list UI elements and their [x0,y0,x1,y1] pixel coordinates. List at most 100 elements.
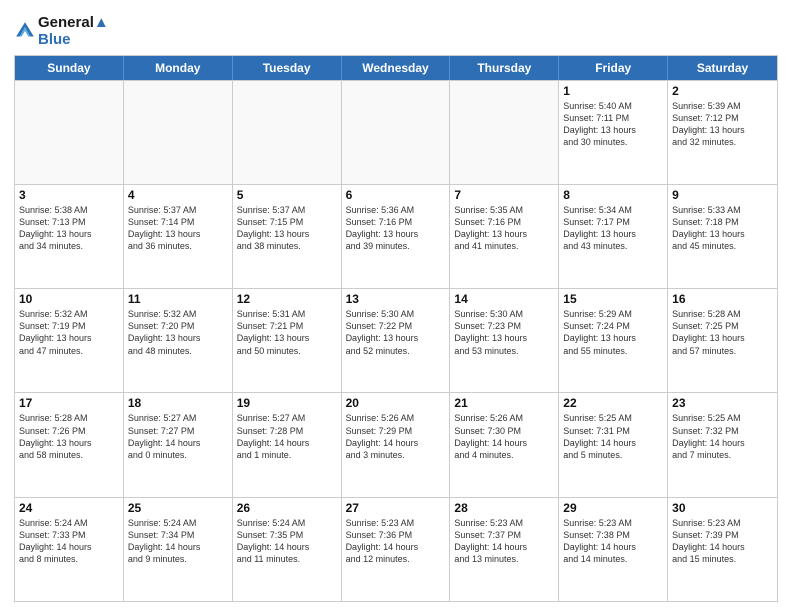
cell-info: Sunrise: 5:37 AM Sunset: 7:15 PM Dayligh… [237,204,337,253]
cell-info: Sunrise: 5:34 AM Sunset: 7:17 PM Dayligh… [563,204,663,253]
day-number: 26 [237,501,337,515]
calendar-row-3: 17 Sunrise: 5:28 AM Sunset: 7:26 PM Dayli… [15,392,777,496]
cell-info: Sunrise: 5:28 AM Sunset: 7:26 PM Dayligh… [19,412,119,461]
cell-info: Sunrise: 5:25 AM Sunset: 7:31 PM Dayligh… [563,412,663,461]
header-cell-monday: Monday [124,56,233,80]
day-number: 4 [128,188,228,202]
calendar-cell: 14 Sunrise: 5:30 AM Sunset: 7:23 PM Dayli… [450,289,559,392]
calendar-cell: 24Sunrise: 5:24 AM Sunset: 7:33 PM Dayli… [15,498,124,601]
header-cell-sunday: Sunday [15,56,124,80]
cell-info: Sunrise: 5:30 AM Sunset: 7:22 PM Dayligh… [346,308,446,357]
cell-info: Sunrise: 5:36 AM Sunset: 7:16 PM Dayligh… [346,204,446,253]
cell-info: Sunrise: 5:31 AM Sunset: 7:21 PM Dayligh… [237,308,337,357]
calendar-header: SundayMondayTuesdayWednesdayThursdayFrid… [15,56,777,80]
calendar-cell: 19Sunrise: 5:27 AM Sunset: 7:28 PM Dayli… [233,393,342,496]
calendar-cell: 12 Sunrise: 5:31 AM Sunset: 7:21 PM Dayli… [233,289,342,392]
day-number: 2 [672,84,773,98]
cell-info: Sunrise: 5:33 AM Sunset: 7:18 PM Dayligh… [672,204,773,253]
day-number: 6 [346,188,446,202]
calendar: SundayMondayTuesdayWednesdayThursdayFrid… [14,55,778,603]
calendar-cell: 3 Sunrise: 5:38 AM Sunset: 7:13 PM Daylig… [15,185,124,288]
calendar-cell: 4 Sunrise: 5:37 AM Sunset: 7:14 PM Daylig… [124,185,233,288]
day-number: 20 [346,396,446,410]
calendar-cell: 1Sunrise: 5:40 AM Sunset: 7:11 PM Daylig… [559,81,668,184]
day-number: 14 [454,292,554,306]
cell-info: Sunrise: 5:30 AM Sunset: 7:23 PM Dayligh… [454,308,554,357]
cell-info: Sunrise: 5:35 AM Sunset: 7:16 PM Dayligh… [454,204,554,253]
cell-info: Sunrise: 5:26 AM Sunset: 7:30 PM Dayligh… [454,412,554,461]
day-number: 22 [563,396,663,410]
calendar-row-0: 1Sunrise: 5:40 AM Sunset: 7:11 PM Daylig… [15,80,777,184]
day-number: 21 [454,396,554,410]
cell-info: Sunrise: 5:23 AM Sunset: 7:38 PM Dayligh… [563,517,663,566]
calendar-cell: 15 Sunrise: 5:29 AM Sunset: 7:24 PM Dayli… [559,289,668,392]
header-cell-wednesday: Wednesday [342,56,451,80]
cell-info: Sunrise: 5:24 AM Sunset: 7:35 PM Dayligh… [237,517,337,566]
cell-info: Sunrise: 5:29 AM Sunset: 7:24 PM Dayligh… [563,308,663,357]
day-number: 18 [128,396,228,410]
day-number: 13 [346,292,446,306]
cell-info: Sunrise: 5:39 AM Sunset: 7:12 PM Dayligh… [672,100,773,149]
calendar-cell: 18 Sunrise: 5:27 AM Sunset: 7:27 PM Dayli… [124,393,233,496]
day-number: 25 [128,501,228,515]
calendar-cell: 25 Sunrise: 5:24 AM Sunset: 7:34 PM Dayli… [124,498,233,601]
day-number: 5 [237,188,337,202]
calendar-cell [15,81,124,184]
cell-info: Sunrise: 5:24 AM Sunset: 7:33 PM Dayligh… [19,517,119,566]
day-number: 23 [672,396,773,410]
calendar-cell: 27 Sunrise: 5:23 AM Sunset: 7:36 PM Dayli… [342,498,451,601]
cell-info: Sunrise: 5:25 AM Sunset: 7:32 PM Dayligh… [672,412,773,461]
cell-info: Sunrise: 5:38 AM Sunset: 7:13 PM Dayligh… [19,204,119,253]
day-number: 9 [672,188,773,202]
calendar-body: 1Sunrise: 5:40 AM Sunset: 7:11 PM Daylig… [15,80,777,602]
calendar-cell: 10Sunrise: 5:32 AM Sunset: 7:19 PM Dayli… [15,289,124,392]
cell-info: Sunrise: 5:24 AM Sunset: 7:34 PM Dayligh… [128,517,228,566]
logo: General▲ Blue [14,14,109,49]
calendar-cell: 6 Sunrise: 5:36 AM Sunset: 7:16 PM Daylig… [342,185,451,288]
cell-info: Sunrise: 5:23 AM Sunset: 7:36 PM Dayligh… [346,517,446,566]
calendar-cell: 26 Sunrise: 5:24 AM Sunset: 7:35 PM Dayli… [233,498,342,601]
cell-info: Sunrise: 5:26 AM Sunset: 7:29 PM Dayligh… [346,412,446,461]
calendar-cell: 13 Sunrise: 5:30 AM Sunset: 7:22 PM Dayli… [342,289,451,392]
header-cell-friday: Friday [559,56,668,80]
calendar-cell: 2 Sunrise: 5:39 AM Sunset: 7:12 PM Daylig… [668,81,777,184]
cell-info: Sunrise: 5:32 AM Sunset: 7:20 PM Dayligh… [128,308,228,357]
cell-info: Sunrise: 5:28 AM Sunset: 7:25 PM Dayligh… [672,308,773,357]
calendar-cell: 29Sunrise: 5:23 AM Sunset: 7:38 PM Dayli… [559,498,668,601]
day-number: 15 [563,292,663,306]
calendar-cell: 7 Sunrise: 5:35 AM Sunset: 7:16 PM Daylig… [450,185,559,288]
header: General▲ Blue [14,10,778,49]
calendar-row-4: 24Sunrise: 5:24 AM Sunset: 7:33 PM Dayli… [15,497,777,601]
day-number: 1 [563,84,663,98]
calendar-cell: 8 Sunrise: 5:34 AM Sunset: 7:17 PM Daylig… [559,185,668,288]
calendar-cell: 20 Sunrise: 5:26 AM Sunset: 7:29 PM Dayli… [342,393,451,496]
day-number: 12 [237,292,337,306]
cell-info: Sunrise: 5:32 AM Sunset: 7:19 PM Dayligh… [19,308,119,357]
calendar-cell: 5 Sunrise: 5:37 AM Sunset: 7:15 PM Daylig… [233,185,342,288]
calendar-cell [450,81,559,184]
cell-info: Sunrise: 5:27 AM Sunset: 7:28 PM Dayligh… [237,412,337,461]
cell-info: Sunrise: 5:37 AM Sunset: 7:14 PM Dayligh… [128,204,228,253]
cell-info: Sunrise: 5:27 AM Sunset: 7:27 PM Dayligh… [128,412,228,461]
calendar-cell: 23 Sunrise: 5:25 AM Sunset: 7:32 PM Dayli… [668,393,777,496]
calendar-cell [233,81,342,184]
day-number: 3 [19,188,119,202]
calendar-row-2: 10Sunrise: 5:32 AM Sunset: 7:19 PM Dayli… [15,288,777,392]
cell-info: Sunrise: 5:23 AM Sunset: 7:39 PM Dayligh… [672,517,773,566]
logo-text: General▲ Blue [38,14,109,49]
header-cell-saturday: Saturday [668,56,777,80]
day-number: 27 [346,501,446,515]
day-number: 28 [454,501,554,515]
day-number: 17 [19,396,119,410]
day-number: 7 [454,188,554,202]
day-number: 30 [672,501,773,515]
day-number: 8 [563,188,663,202]
page: General▲ Blue SundayMondayTuesdayWednesd… [0,0,792,612]
day-number: 11 [128,292,228,306]
header-cell-thursday: Thursday [450,56,559,80]
cell-info: Sunrise: 5:23 AM Sunset: 7:37 PM Dayligh… [454,517,554,566]
header-cell-tuesday: Tuesday [233,56,342,80]
calendar-cell [342,81,451,184]
calendar-cell: 21 Sunrise: 5:26 AM Sunset: 7:30 PM Dayli… [450,393,559,496]
calendar-cell: 16Sunrise: 5:28 AM Sunset: 7:25 PM Dayli… [668,289,777,392]
